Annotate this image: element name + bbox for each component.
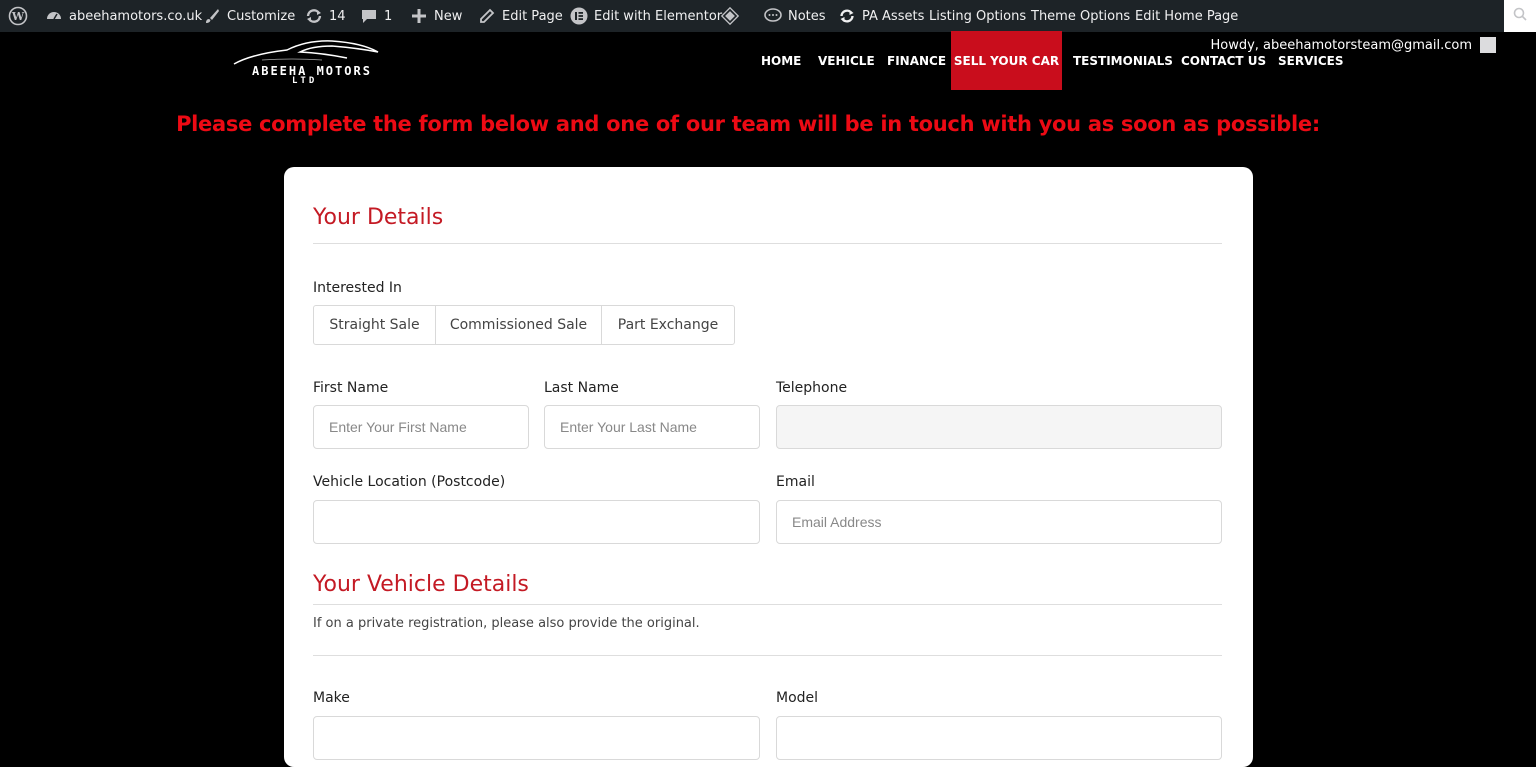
- updates-count: 14: [329, 8, 346, 24]
- admin-search-button[interactable]: [1504, 0, 1536, 32]
- first-name-label: First Name: [313, 380, 389, 396]
- listing-options-label: Listing Options: [929, 8, 1027, 24]
- interested-in-toggle: Straight Sale Commissioned Sale Part Exc…: [313, 305, 735, 345]
- search-icon: [1513, 7, 1527, 25]
- diamond-icon: [721, 6, 739, 26]
- howdy-account[interactable]: Howdy, abeehamotorsteam@gmail.com: [1210, 37, 1496, 53]
- new-label: New: [434, 8, 463, 24]
- wordpress-logo-icon[interactable]: W: [8, 0, 28, 32]
- dashboard-icon: [45, 7, 63, 25]
- edit-page-label: Edit Page: [502, 8, 563, 24]
- comments-count: 1: [384, 8, 393, 24]
- sell-car-form: Your Details Interested In Straight Sale…: [284, 167, 1253, 767]
- first-name-field[interactable]: Enter Your First Name: [313, 405, 529, 449]
- logo-sub: LTD: [292, 76, 318, 86]
- nav-testimonials[interactable]: TESTIMONIALS: [1073, 31, 1173, 90]
- avatar: [1480, 37, 1496, 53]
- divider: [313, 655, 1222, 656]
- email-field[interactable]: Email Address: [776, 500, 1222, 544]
- make-field[interactable]: [313, 716, 760, 760]
- private-registration-note: If on a private registration, please als…: [313, 616, 700, 631]
- admin-bar: W abeehamotors.co.uk Customize 14 1 New: [0, 0, 1536, 32]
- vehicle-location-label: Vehicle Location (Postcode): [313, 474, 506, 490]
- theme-options-label: Theme Options: [1031, 8, 1131, 24]
- updates-link[interactable]: 14: [305, 0, 346, 32]
- customize-label: Customize: [227, 8, 296, 24]
- model-label: Model: [776, 690, 819, 706]
- refresh-icon: [838, 7, 856, 25]
- postcode-field[interactable]: [313, 500, 760, 544]
- listing-options-link[interactable]: Listing Options: [929, 0, 1026, 32]
- page-headline: Please complete the form below and one o…: [176, 112, 1320, 136]
- nav-sell-your-car[interactable]: SELL YOUR CAR: [951, 31, 1062, 90]
- site-name: abeehamotors.co.uk: [69, 8, 203, 24]
- site-logo[interactable]: ABEEHA MOTORS LTD: [232, 38, 382, 90]
- edit-page-link[interactable]: Edit Page: [478, 0, 563, 32]
- diamond-menu[interactable]: [721, 0, 745, 32]
- comment-icon: [360, 7, 378, 25]
- vehicle-details-title: Your Vehicle Details: [313, 572, 529, 597]
- divider: [313, 243, 1222, 244]
- option-straight-sale[interactable]: Straight Sale: [314, 306, 436, 344]
- last-name-field[interactable]: Enter Your Last Name: [544, 405, 760, 449]
- howdy-label: Howdy, abeehamotorsteam@gmail.com: [1210, 37, 1472, 53]
- divider: [313, 604, 1222, 605]
- site-name-link[interactable]: abeehamotors.co.uk: [45, 0, 202, 32]
- pencil-icon: [478, 7, 496, 25]
- updates-icon: [305, 7, 323, 25]
- interested-in-label: Interested In: [313, 280, 402, 296]
- customize-link[interactable]: Customize: [203, 0, 295, 32]
- email-label: Email: [776, 474, 815, 490]
- nav-home[interactable]: HOME: [761, 31, 801, 90]
- pa-assets-label: PA Assets: [862, 8, 925, 24]
- plus-icon: [410, 7, 428, 25]
- your-details-title: Your Details: [313, 205, 444, 230]
- notes-label: Notes: [788, 8, 826, 24]
- option-part-exchange[interactable]: Part Exchange: [602, 306, 734, 344]
- svg-text:W: W: [11, 10, 25, 23]
- edit-elementor-link[interactable]: Edit with Elementor: [570, 0, 722, 32]
- nav-finance[interactable]: FINANCE: [887, 31, 946, 90]
- telephone-field[interactable]: [776, 405, 1222, 449]
- telephone-label: Telephone: [776, 380, 848, 396]
- edit-home-page-link[interactable]: Edit Home Page: [1135, 0, 1238, 32]
- theme-options-link[interactable]: Theme Options: [1031, 0, 1130, 32]
- edit-elementor-label: Edit with Elementor: [594, 8, 723, 24]
- model-field[interactable]: [776, 716, 1222, 760]
- option-commissioned-sale[interactable]: Commissioned Sale: [436, 306, 602, 344]
- nav-vehicle[interactable]: VEHICLE: [818, 31, 875, 90]
- pa-assets-link[interactable]: PA Assets: [838, 0, 924, 32]
- edit-home-page-label: Edit Home Page: [1135, 8, 1239, 24]
- elementor-icon: [570, 7, 588, 25]
- speech-bubble-icon: [764, 7, 782, 25]
- notes-link[interactable]: Notes: [764, 0, 826, 32]
- brush-icon: [203, 7, 221, 25]
- comments-link[interactable]: 1: [360, 0, 392, 32]
- make-label: Make: [313, 690, 350, 706]
- last-name-label: Last Name: [544, 380, 619, 396]
- new-content-link[interactable]: New: [410, 0, 462, 32]
